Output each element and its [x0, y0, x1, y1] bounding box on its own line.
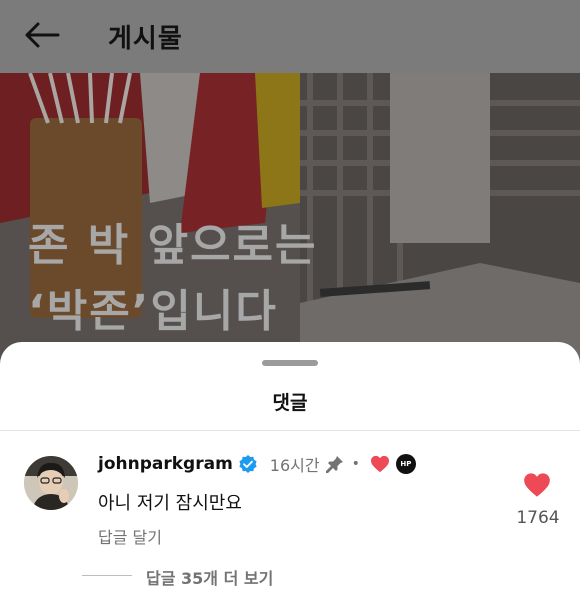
sheet-title: 댓글	[272, 392, 308, 414]
post-image: 존 박 앞으로는 ‘박존’입니다	[0, 73, 580, 363]
arrow-left-icon	[25, 22, 60, 48]
creator-liked-heart-icon	[370, 455, 389, 473]
page-title: 게시물	[108, 24, 183, 54]
reply-button[interactable]: 답글 달기	[98, 524, 162, 548]
replies-divider-line	[82, 575, 132, 576]
sheet-drag-handle[interactable]	[262, 360, 318, 366]
header-bar: 게시물	[0, 0, 580, 73]
verified-badge-icon	[239, 455, 257, 473]
view-more-replies-button[interactable]: 답글 35개 더 보기	[146, 565, 273, 589]
comment-username[interactable]: johnparkgram	[98, 454, 233, 474]
comment-like-count: 1764	[516, 508, 560, 528]
comment-header: johnparkgram 16시간 • HP	[98, 452, 416, 476]
comment-text: 아니 저기 잠시만요	[98, 493, 242, 514]
heart-filled-icon	[524, 473, 550, 497]
post-headline: 존 박 앞으로는 ‘박존’입니다	[28, 213, 318, 345]
profile-photo	[24, 456, 78, 510]
pin-icon	[325, 456, 343, 473]
comments-sheet: 댓글 johnparkgram 16시간 • HP 아니 저기 잠시만요 답글 …	[0, 342, 580, 602]
back-button[interactable]	[22, 20, 62, 50]
separator-dot: •	[351, 456, 360, 472]
comment-time: 16시간	[269, 456, 320, 475]
divider	[0, 430, 580, 431]
avatar[interactable]	[24, 456, 78, 510]
post-headline-line2: ‘박존’입니다	[28, 286, 278, 337]
creator-avatar-badge: HP	[395, 454, 416, 474]
comment-like-button[interactable]	[523, 472, 551, 498]
post-headline-line1: 존 박 앞으로는	[28, 220, 318, 271]
